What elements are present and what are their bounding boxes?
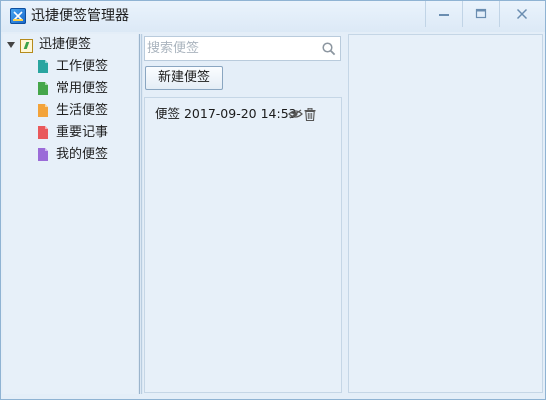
maximize-icon xyxy=(475,8,487,19)
search-input[interactable] xyxy=(147,39,317,58)
tree-expand-arrow-icon[interactable] xyxy=(7,42,15,48)
tree-item-work[interactable]: 工作便签 xyxy=(56,57,108,77)
new-note-button[interactable]: 新建便签 xyxy=(145,66,223,90)
minimize-button[interactable] xyxy=(425,1,463,27)
note-green-icon xyxy=(38,82,48,95)
tree-item-important[interactable]: 重要记事 xyxy=(56,123,108,143)
note-list-item[interactable]: 便签 2017-09-20 14:53 xyxy=(155,105,297,123)
hide-eye-icon[interactable] xyxy=(288,109,303,119)
close-button[interactable] xyxy=(499,1,545,27)
panel-splitter[interactable] xyxy=(138,34,143,394)
window-title: 迅捷便签管理器 xyxy=(31,8,129,24)
search-box xyxy=(144,36,341,61)
note-red-icon xyxy=(38,126,48,139)
delete-trash-icon[interactable] xyxy=(304,108,316,121)
note-editor-panel[interactable] xyxy=(348,34,543,393)
minimize-icon xyxy=(439,14,449,16)
notebook-icon xyxy=(20,39,33,53)
note-list: 便签 2017-09-20 14:53 xyxy=(144,97,342,393)
app-window: 迅捷便签管理器 迅捷便签 工作便签 常用便签 生活便签 重要记事 我的便签 搜索… xyxy=(0,0,546,400)
note-purple-icon xyxy=(38,148,48,161)
search-icon[interactable] xyxy=(322,42,336,56)
title-bar[interactable]: 迅捷便签管理器 xyxy=(1,1,545,32)
close-icon xyxy=(516,8,528,20)
note-teal-icon xyxy=(38,60,48,73)
tree-item-life[interactable]: 生活便签 xyxy=(56,101,108,121)
tree-item-common[interactable]: 常用便签 xyxy=(56,79,108,99)
app-logo-icon xyxy=(10,8,26,24)
tree-item-mine[interactable]: 我的便签 xyxy=(56,145,108,165)
note-orange-icon xyxy=(38,104,48,117)
tree-root-item[interactable]: 迅捷便签 xyxy=(39,35,91,55)
maximize-button[interactable] xyxy=(462,1,500,27)
